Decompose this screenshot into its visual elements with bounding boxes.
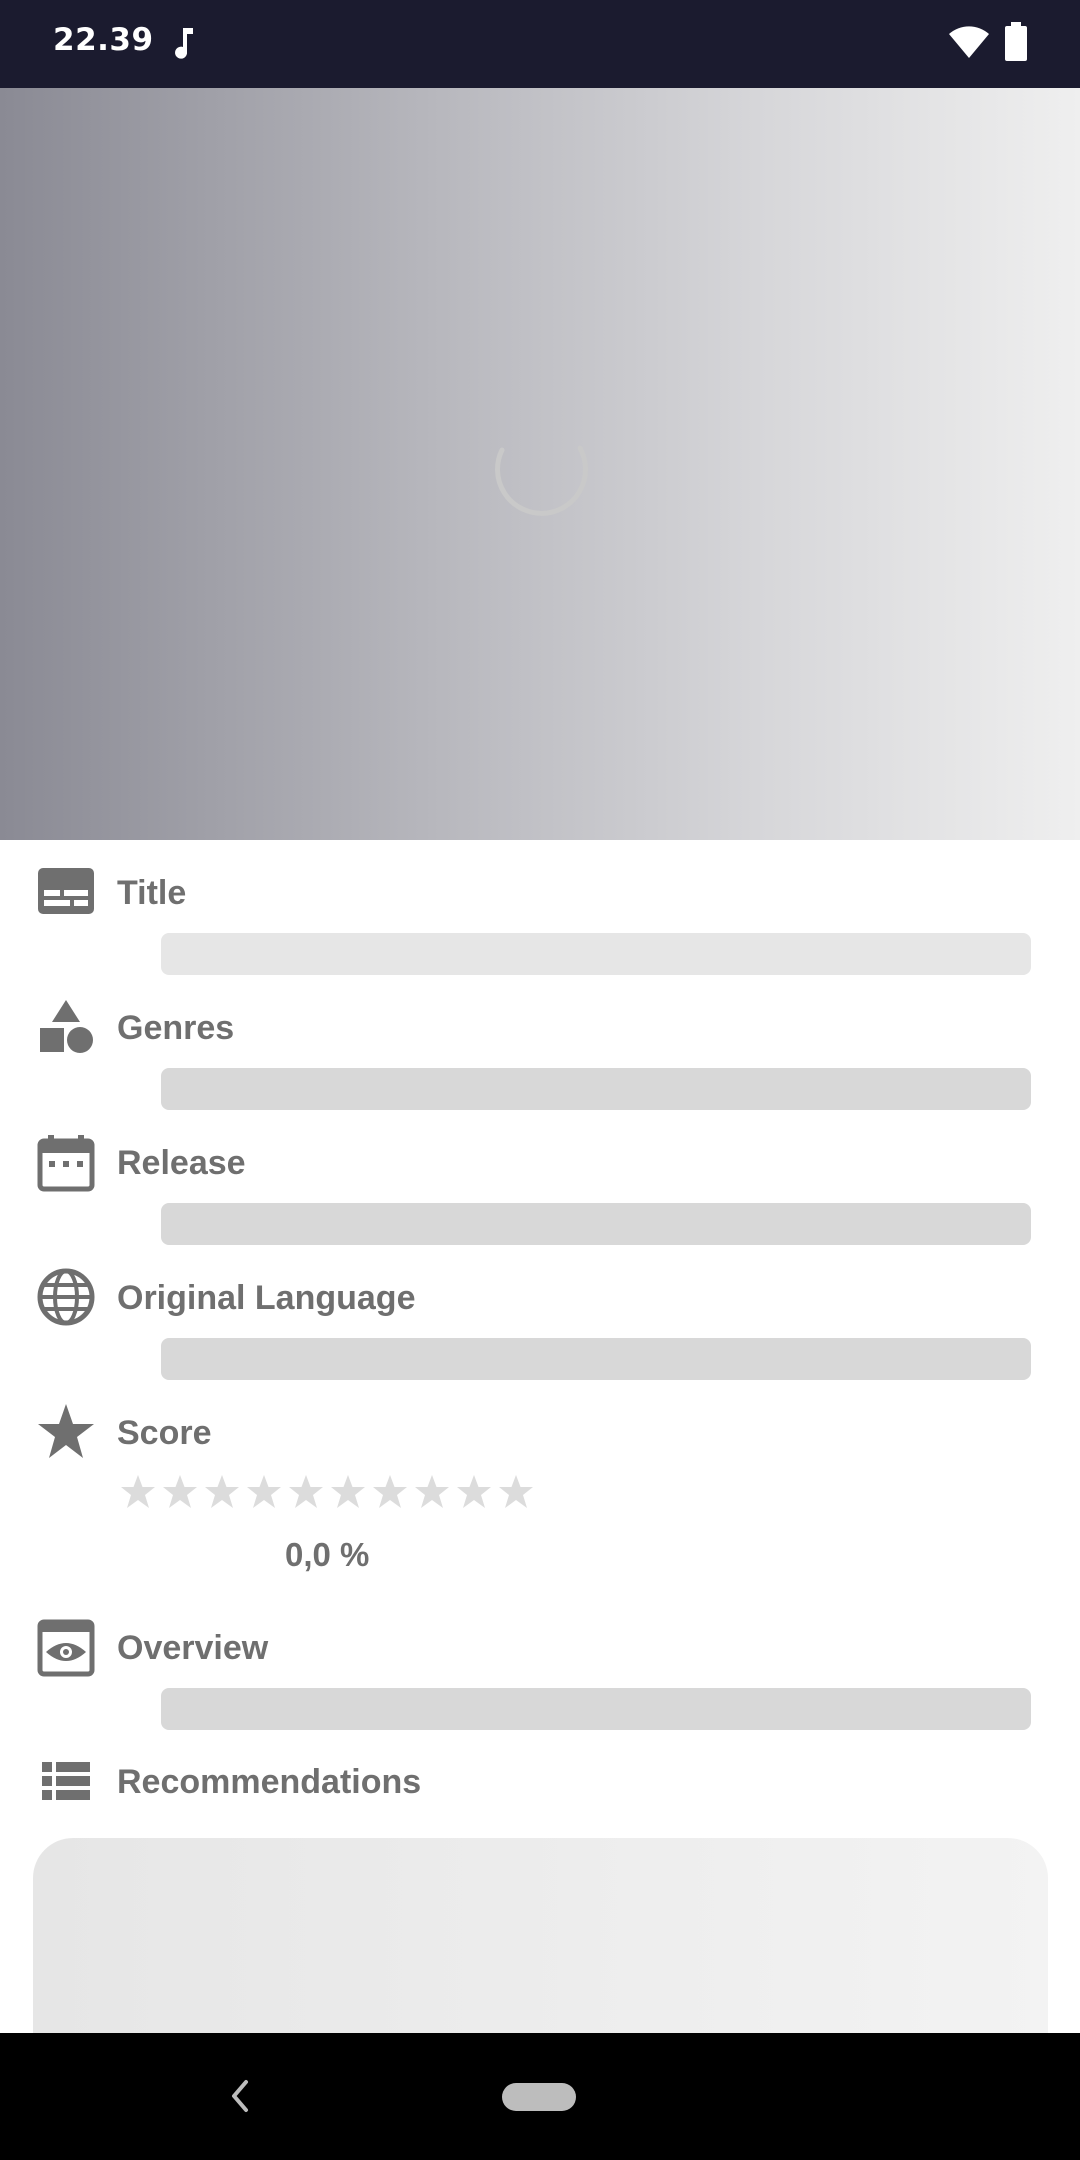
score-rating-bar — [120, 1474, 540, 1514]
list-icon — [42, 1762, 90, 1800]
genres-placeholder — [161, 1068, 1031, 1110]
home-button[interactable] — [502, 2083, 576, 2111]
overview-label: Overview — [117, 1629, 269, 1667]
rating-star-7 — [373, 1475, 407, 1508]
rating-star-2 — [163, 1475, 197, 1508]
calendar-icon — [37, 1135, 95, 1192]
rating-star-1 — [121, 1475, 155, 1508]
rating-star-6 — [331, 1475, 365, 1508]
wifi-icon — [949, 26, 989, 58]
star-icon — [38, 1404, 94, 1458]
rating-star-5 — [289, 1475, 323, 1508]
release-placeholder — [161, 1203, 1031, 1245]
back-icon[interactable] — [226, 2078, 256, 2114]
shapes-icon — [40, 1000, 93, 1053]
recommendations-label: Recommendations — [117, 1763, 422, 1801]
score-value: 0,0 % — [285, 1536, 370, 1573]
overview-placeholder — [161, 1688, 1031, 1730]
score-label: Score — [117, 1414, 212, 1452]
music-note-icon — [175, 28, 193, 59]
title-label: Title — [117, 874, 187, 912]
subtitles-icon — [38, 868, 94, 914]
title-placeholder — [161, 933, 1031, 975]
status-time: 22.39 — [53, 22, 154, 58]
battery-icon — [1005, 22, 1027, 61]
genres-label: Genres — [117, 1009, 235, 1047]
eye-icon — [37, 1619, 95, 1677]
original-language-placeholder — [161, 1338, 1031, 1380]
rating-star-4 — [247, 1475, 281, 1508]
rating-star-3 — [205, 1475, 239, 1508]
rating-star-9 — [457, 1475, 491, 1508]
rating-star-10 — [499, 1475, 533, 1508]
globe-icon — [37, 1268, 95, 1326]
release-label: Release — [117, 1144, 246, 1182]
status-bar: 22.39 — [0, 0, 1080, 88]
original-language-label: Original Language — [117, 1279, 416, 1317]
loading-spinner — [495, 445, 589, 516]
rating-star-8 — [415, 1475, 449, 1508]
